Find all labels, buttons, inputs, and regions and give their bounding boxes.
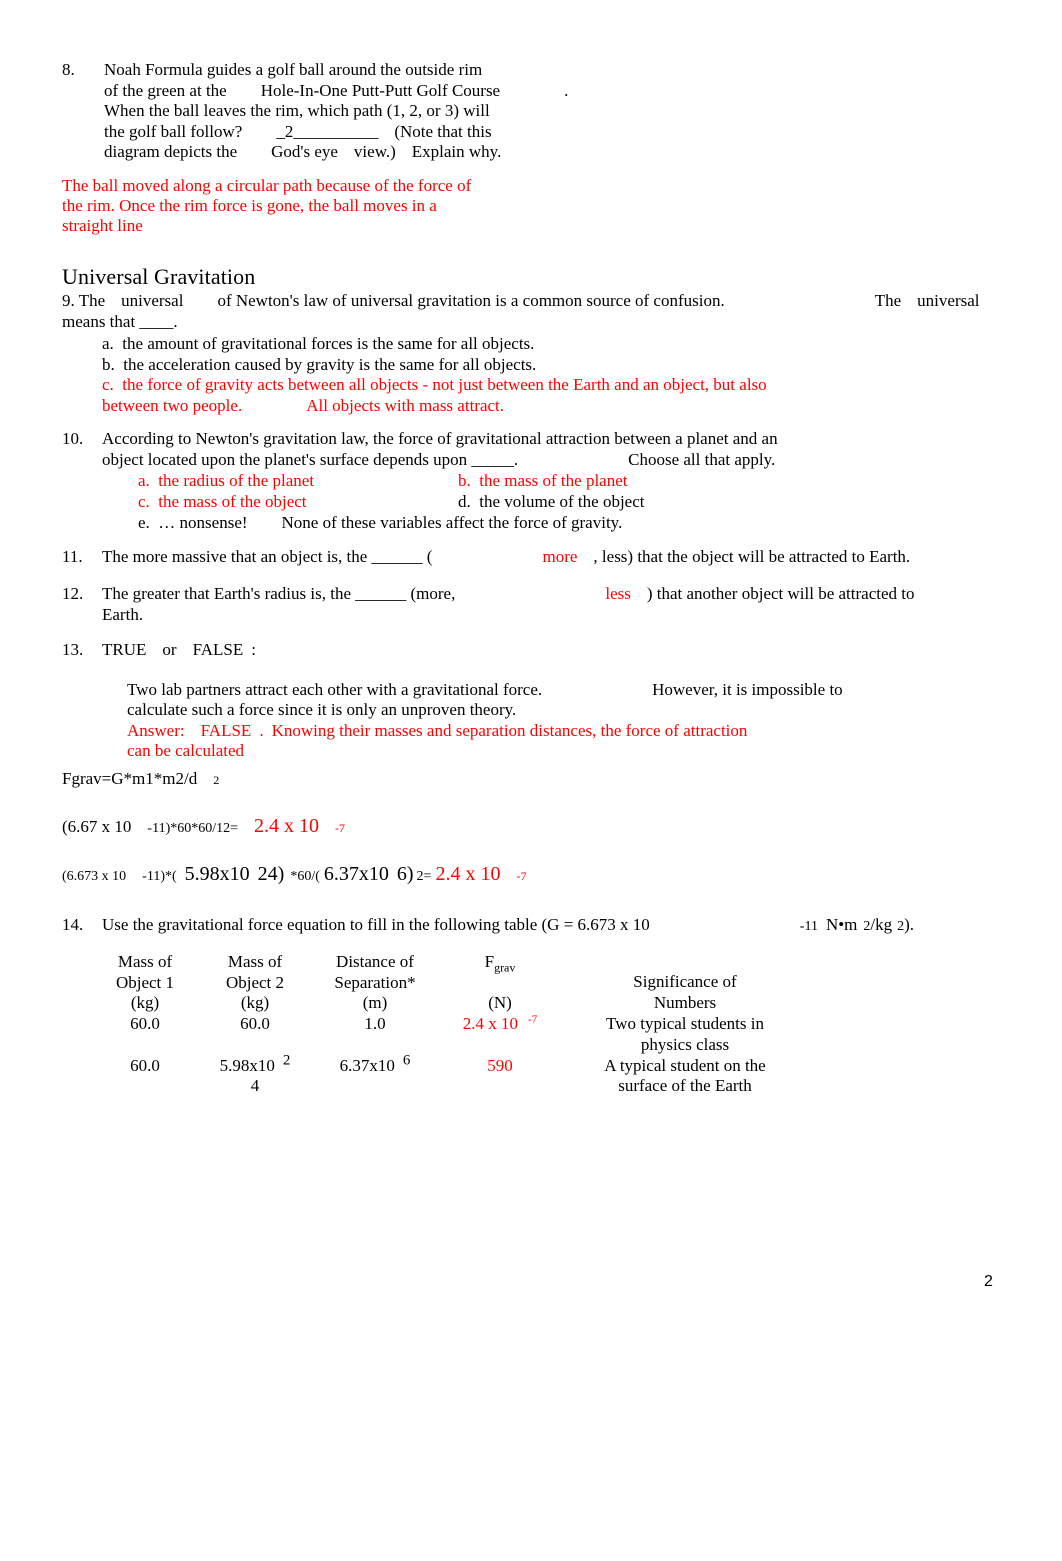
question-9-line-2: means that ____. (62, 311, 178, 331)
header-distance-separation: Distance of Separation* (m) (334, 952, 416, 1013)
question-13-body: Two lab partners attract each other with… (127, 680, 1022, 762)
question-8-line-2: of the green at the Hole-In-One Putt-Putt… (104, 80, 569, 100)
section-heading: Universal Gravitation (62, 264, 256, 289)
question-14-number: 14. (62, 915, 84, 934)
question-14: 14. Use the gravitational force equation… (62, 915, 1022, 936)
question-12: 12. The greater that Earth's radius is, … (62, 584, 1022, 625)
header-significance: Significance of Numbers (633, 972, 737, 1012)
question-13-answer-line-2: can be calculated (127, 741, 245, 761)
question-8-line-5: diagram depicts the God's eye view.) Explai… (104, 142, 502, 161)
question-10-line-2: object located upon the planet's surface… (102, 449, 776, 469)
question-10-option-e: e. … nonsense! None of these variables af… (138, 512, 623, 532)
cell-significance: Two typical students in physics class (606, 1014, 764, 1054)
cell-mass-2: 5.98x10 2 4 (219, 1052, 291, 1096)
question-8: 8. Noah Formula guides a golf ball aroun… (62, 60, 682, 163)
header-mass-object-1: Mass of Object 1 (kg) (115, 952, 175, 1013)
question-13-answer-line: Answer: FALSE. Knowing their masses and se… (127, 720, 748, 740)
question-13-answer-value: FALSE (200, 720, 252, 740)
question-9-option-a: a. the amount of gravitational forces is… (102, 334, 535, 354)
question-11-body: The more massive that an object is, the … (102, 547, 911, 566)
calculation-1-result: 2.4 x 10 (254, 815, 320, 837)
question-13: 13. TRUE or FALSE: Two lab partners attrac… (62, 640, 1022, 762)
question-8-answer: The ball moved along a circular path bec… (62, 176, 622, 236)
question-8-line-4: the golf ball follow? _2__________ (Note t… (104, 121, 492, 141)
formula-exponent: 2 (213, 773, 220, 787)
cell-distance: 6.37x10 6 (339, 1052, 411, 1075)
question-11-number: 11. (62, 547, 83, 566)
question-10-option-row-cd: c. the mass of the object d. the volume o… (138, 491, 645, 511)
page-number: 2 (984, 1273, 993, 1290)
question-9-option-b: b. the acceleration caused by gravity is… (102, 354, 537, 374)
table-header-row: Mass of Object 1 (kg) Mass of Object 2 (… (90, 952, 810, 1014)
question-9-options: a. the amount of gravitational forces is… (102, 334, 1022, 416)
question-9-line-1: 9. The universal of Newton's law of univer… (62, 291, 980, 310)
document-page: 8. Noah Formula guides a golf ball aroun… (0, 0, 1062, 1561)
question-8-line-1: Noah Formula guides a golf ball around t… (104, 60, 483, 79)
question-12-answer: less (605, 584, 631, 603)
cell-distance: 1.0 (364, 1014, 386, 1034)
gravitation-formula: Fgrav=G*m1*m2/d 2 (62, 769, 220, 788)
question-12-body-wrap: Earth. (102, 604, 144, 624)
question-10-body: According to Newton's gravitation law, t… (102, 429, 1022, 534)
question-10-line-1: According to Newton's gravitation law, t… (102, 429, 778, 448)
gravitational-force-table: Mass of Object 1 (kg) Mass of Object 2 (… (90, 952, 810, 1097)
question-11-answer: more (542, 547, 578, 566)
cell-mass-1: 60.0 (130, 1014, 160, 1034)
question-11: 11. The more massive that an object is, … (62, 547, 1022, 568)
question-9-option-c-cont: between two people. All objects with mass… (102, 395, 505, 415)
cell-significance: A typical student on the surface of the … (604, 1055, 766, 1096)
cell-fgrav: 2.4 x 10 -7 (462, 1013, 538, 1034)
question-12-number: 12. (62, 584, 84, 603)
question-14-body: Use the gravitational force equation to … (102, 915, 915, 934)
question-10: 10. According to Newton's gravitation la… (62, 429, 1022, 534)
question-8-answer-line-2: the rim. Once the rim force is gone, the… (62, 196, 437, 215)
question-9-option-c: c. the force of gravity acts between all… (102, 375, 767, 395)
cell-mass-1: 60.0 (130, 1055, 160, 1075)
question-10-number: 10. (62, 429, 84, 448)
cell-mass-2: 60.0 (240, 1014, 270, 1034)
header-fgrav: Fgrav (N) (484, 952, 516, 1012)
calculation-line-2: (6.673 x 10 -11)*(5.98x10 24) *60/(6.37x10 6… (62, 863, 527, 885)
question-10-options: a. the radius of the planet b. the mass o… (138, 471, 1022, 534)
calculation-line-1: (6.67 x 10 -11)*60*60/12= 2.4 x 10 -7 (62, 815, 346, 837)
calculation-2-result-exponent: -7 (516, 869, 527, 883)
question-13-head: TRUE or FALSE: (102, 640, 256, 659)
question-13-line-2: calculate such a force since it is only … (127, 700, 517, 720)
question-10-option-row-ab: a. the radius of the planet b. the mass o… (138, 470, 628, 490)
calculation-1-result-exponent: -7 (335, 821, 346, 835)
question-8-body: Noah Formula guides a golf ball around t… (104, 60, 682, 163)
cell-fgrav: 590 (487, 1055, 513, 1075)
question-8-number: 8. (62, 60, 75, 79)
question-8-line-3: When the ball leaves the rim, which path… (104, 101, 490, 120)
header-mass-object-2: Mass of Object 2 (kg) (225, 952, 285, 1013)
question-13-number: 13. (62, 640, 84, 659)
table-row: 60.0 60.0 1.0 2.4 x 10 -7 Two typical stu… (90, 1014, 810, 1055)
question-9: 9. The universal of Newton's law of univer… (62, 291, 1022, 417)
question-12-body: The greater that Earth's radius is, the … (102, 584, 915, 603)
question-8-answer-line-3: straight line (62, 216, 143, 235)
table-row: 60.0 5.98x10 2 4 6.37x10 6 590 A typical s… (90, 1052, 810, 1097)
question-13-line-1: Two lab partners attract each other with… (127, 679, 843, 699)
question-8-answer-line-1: The ball moved along a circular path bec… (62, 176, 472, 195)
calculation-2-result: 2.4 x 10 (435, 863, 501, 885)
question-8-blank-answer: _2__________ (276, 121, 379, 141)
